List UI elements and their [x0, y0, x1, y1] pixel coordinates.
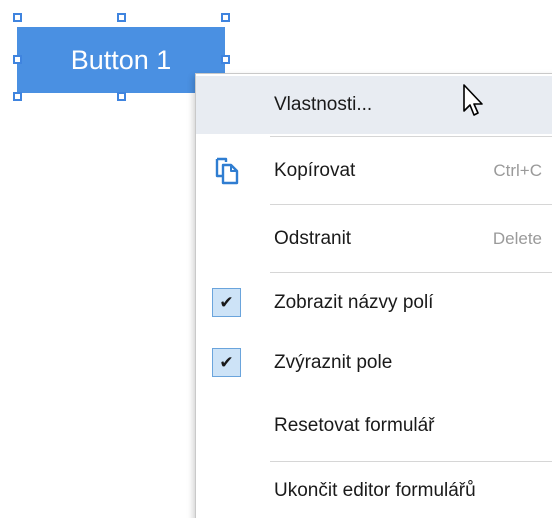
context-menu: Vlastnosti... Kopírovat Ctrl+C Odstranit… [195, 73, 552, 518]
menu-item-highlight-fields[interactable]: ✔ Zvýraznit pole [196, 334, 552, 392]
menu-item-label: Resetovat formulář [274, 415, 435, 436]
resize-handle-right[interactable] [221, 55, 230, 64]
arrow-pointer-icon [462, 84, 488, 122]
resize-handle-bottom-left[interactable] [13, 92, 22, 101]
menu-separator [270, 204, 552, 205]
form-button-1[interactable]: Button 1 [17, 27, 225, 93]
menu-item-label: Zvýraznit pole [274, 352, 393, 373]
menu-item-label: Ukončit editor formulářů [274, 480, 476, 501]
resize-handle-top-right[interactable] [221, 13, 230, 22]
form-button-label: Button 1 [70, 44, 172, 75]
menu-item-shortcut: Ctrl+C [493, 161, 542, 180]
form-editor-canvas: Button 1 Vlastnosti... Kopírovat Ctrl+C [0, 0, 552, 518]
menu-item-label: Zobrazit názvy polí [274, 292, 434, 313]
menu-item-reset-form[interactable]: Resetovat formulář [196, 397, 552, 455]
menu-item-label: Vlastnosti... [274, 94, 373, 115]
menu-item-copy[interactable]: Kopírovat Ctrl+C [196, 142, 552, 200]
copy-icon [214, 157, 240, 185]
resize-handle-top-left[interactable] [13, 13, 22, 22]
menu-item-label: Kopírovat [274, 160, 356, 181]
menu-separator [270, 136, 552, 137]
resize-handle-left[interactable] [13, 55, 22, 64]
menu-item-properties[interactable]: Vlastnosti... [196, 76, 552, 134]
checkmark-icon: ✔ [212, 288, 241, 317]
menu-item-label: Odstranit [274, 228, 352, 249]
menu-separator [270, 272, 552, 273]
menu-item-delete[interactable]: Odstranit Delete [196, 210, 552, 268]
menu-item-shortcut: Delete [492, 229, 542, 248]
resize-handle-top[interactable] [117, 13, 126, 22]
menu-item-show-field-names[interactable]: ✔ Zobrazit názvy polí [196, 274, 552, 332]
checkmark-icon: ✔ [212, 348, 241, 377]
resize-handle-bottom[interactable] [117, 92, 126, 101]
menu-item-exit-form-editor[interactable]: Ukončit editor formulářů [196, 462, 552, 518]
